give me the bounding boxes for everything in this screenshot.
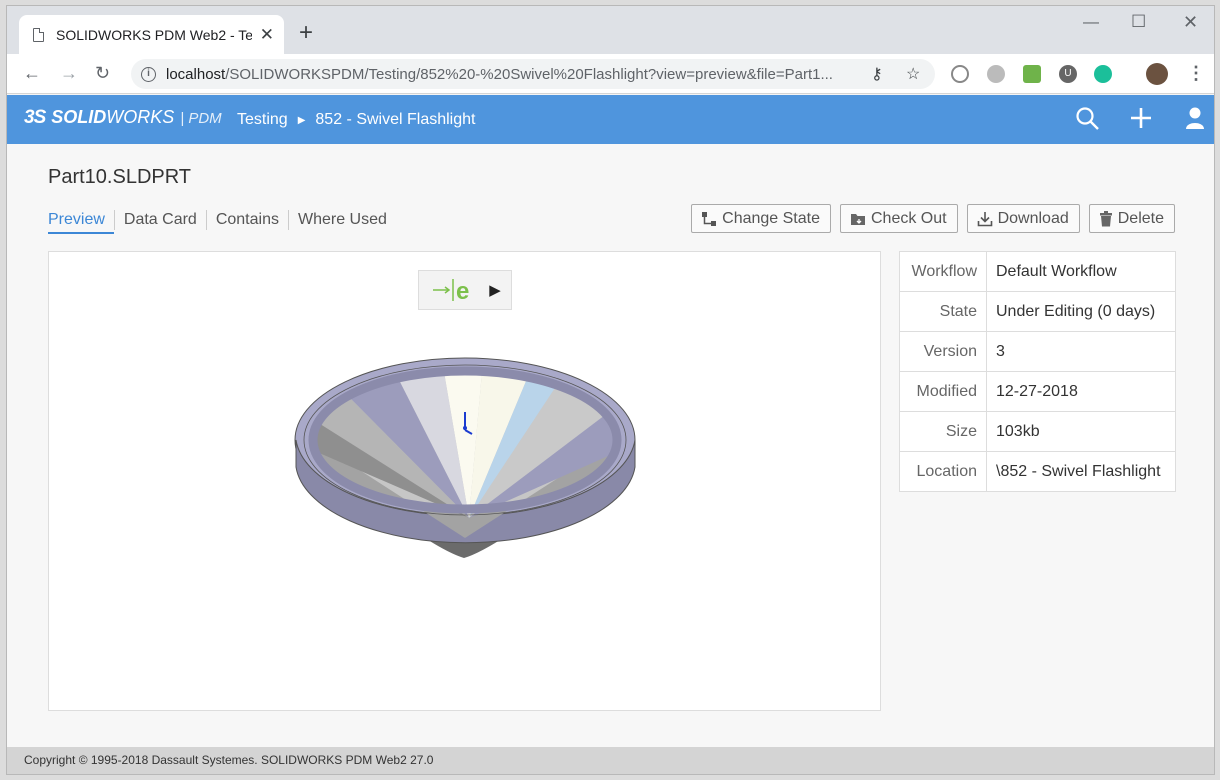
play-icon: ▶ xyxy=(489,282,501,299)
property-value: Under Editing (0 days) xyxy=(986,291,1176,332)
table-row: Modified 12-27-2018 xyxy=(899,371,1176,412)
property-key: Size xyxy=(899,411,987,452)
browser-toolbar: ← → ↻ i localhost/SOLIDWORKSPDM/Testing/… xyxy=(7,54,1214,94)
minimize-icon[interactable]: — xyxy=(1083,14,1099,32)
property-value: 12-27-2018 xyxy=(986,371,1176,412)
table-row: Location \852 - Swivel Flashlight xyxy=(899,451,1176,492)
part-3d-model xyxy=(294,357,636,558)
svg-text:e: e xyxy=(456,278,469,304)
tab-preview[interactable]: Preview xyxy=(48,210,114,234)
address-bar[interactable]: i localhost/SOLIDWORKSPDM/Testing/852%20… xyxy=(131,59,935,89)
menu-dots-icon[interactable]: ⋮ xyxy=(1187,63,1205,83)
breadcrumb-folder[interactable]: 852 - Swivel Flashlight xyxy=(315,111,475,129)
file-properties-table: Workflow Default Workflow State Under Ed… xyxy=(899,251,1176,492)
key-icon[interactable]: ⚷ xyxy=(871,64,883,84)
property-value: 103kb xyxy=(986,411,1176,452)
download-icon xyxy=(977,211,992,226)
new-tab-button[interactable]: + xyxy=(299,21,313,45)
view-tabs: Preview Data Card Contains Where Used xyxy=(48,210,396,234)
url-text[interactable]: localhost/SOLIDWORKSPDM/Testing/852%20-%… xyxy=(166,66,833,83)
breadcrumb: Testing ▶ 852 - Swivel Flashlight xyxy=(237,111,475,129)
edrawings-player-button[interactable]: e ▶ xyxy=(418,270,512,310)
extension-plant-icon[interactable] xyxy=(1023,65,1041,83)
add-icon[interactable] xyxy=(1129,106,1153,130)
tab-data-card[interactable]: Data Card xyxy=(113,210,206,230)
property-value: 3 xyxy=(986,331,1176,372)
property-value: \852 - Swivel Flashlight xyxy=(986,451,1176,492)
tab-contains[interactable]: Contains xyxy=(205,210,288,230)
download-button[interactable]: Download xyxy=(966,204,1080,233)
extension-u-icon[interactable]: U xyxy=(1059,65,1077,83)
action-buttons: Change State Check Out Download Delete xyxy=(691,204,1175,233)
property-key: Location xyxy=(899,451,987,492)
workflow-icon xyxy=(702,211,717,226)
breadcrumb-testing[interactable]: Testing xyxy=(237,111,288,129)
close-tab-icon[interactable]: ✕ xyxy=(260,25,274,45)
browser-tab[interactable]: SOLIDWORKS PDM Web2 - Testir ✕ xyxy=(19,15,284,54)
footer: Copyright © 1995-2018 Dassault Systemes.… xyxy=(7,747,1214,774)
bookmark-star-icon[interactable]: ☆ xyxy=(906,64,920,84)
page-title: Part10.SLDPRT xyxy=(48,166,192,188)
back-icon[interactable]: ← xyxy=(23,63,41,83)
app-header: 3S SOLID WORKS | PDM Testing ▶ 852 - Swiv… xyxy=(7,95,1214,144)
breadcrumb-separator-icon: ▶ xyxy=(297,114,306,126)
table-row: Version 3 xyxy=(899,331,1176,372)
extension-circle-icon[interactable] xyxy=(987,65,1005,83)
property-value: Default Workflow xyxy=(986,251,1176,292)
copyright-text: Copyright © 1995-2018 Dassault Systemes.… xyxy=(24,753,434,767)
user-icon[interactable] xyxy=(1185,106,1205,130)
browser-window: SOLIDWORKS PDM Web2 - Testir ✕ + — ☐ ✕ ←… xyxy=(6,5,1215,775)
info-icon[interactable]: i xyxy=(141,66,156,82)
tab-where-used[interactable]: Where Used xyxy=(287,210,396,230)
forward-icon[interactable]: → xyxy=(60,63,78,83)
page-icon xyxy=(33,27,44,42)
property-key: Modified xyxy=(899,371,987,412)
property-key: Workflow xyxy=(899,251,987,292)
change-state-button[interactable]: Change State xyxy=(691,204,831,233)
check-out-button[interactable]: Check Out xyxy=(840,204,958,233)
edrawings-icon: e xyxy=(433,278,470,304)
extension-m-icon[interactable] xyxy=(1094,65,1112,83)
maximize-icon[interactable]: ☐ xyxy=(1131,12,1146,32)
table-row: State Under Editing (0 days) xyxy=(899,291,1176,332)
solidworks-pdm-logo[interactable]: 3S SOLID WORKS | PDM xyxy=(24,107,222,129)
delete-button[interactable]: Delete xyxy=(1088,204,1175,233)
reload-icon[interactable]: ↻ xyxy=(95,63,110,83)
profile-avatar[interactable] xyxy=(1146,63,1168,85)
search-icon[interactable] xyxy=(1075,106,1101,132)
table-row: Workflow Default Workflow xyxy=(899,251,1176,292)
folder-checkout-icon xyxy=(851,214,865,225)
browser-tab-title: SOLIDWORKS PDM Web2 - Testir xyxy=(56,26,252,43)
property-key: Version xyxy=(899,331,987,372)
close-window-icon[interactable]: ✕ xyxy=(1183,12,1198,33)
trash-icon xyxy=(1099,210,1112,226)
browser-tab-strip: SOLIDWORKS PDM Web2 - Testir ✕ + — ☐ ✕ xyxy=(7,6,1214,54)
preview-pane[interactable]: e ▶ xyxy=(48,251,881,711)
table-row: Size 103kb xyxy=(899,411,1176,452)
main-content: Part10.SLDPRT Preview Data Card Contains… xyxy=(7,144,1214,749)
extension-sync-icon[interactable] xyxy=(951,65,969,83)
property-key: State xyxy=(899,291,987,332)
